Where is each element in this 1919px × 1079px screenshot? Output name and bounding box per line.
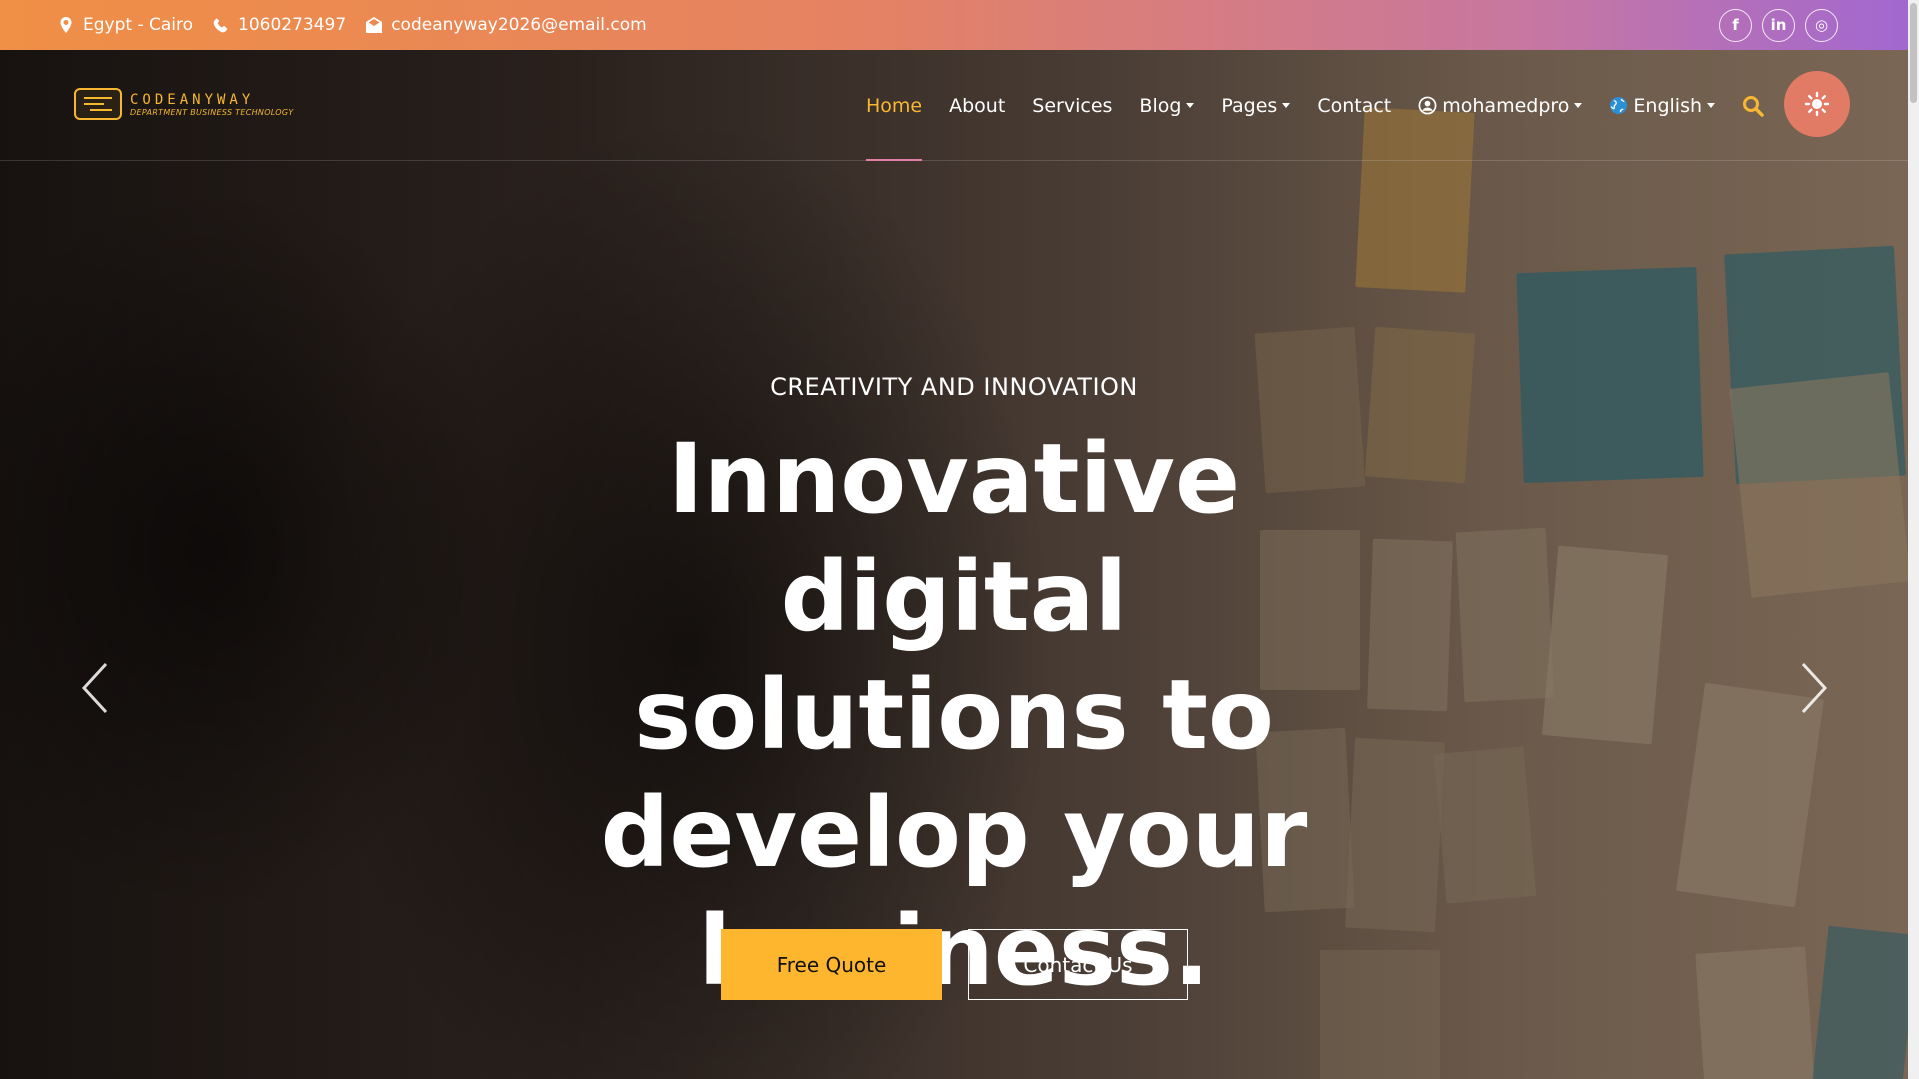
contact-us-button[interactable]: Contact Us [968,929,1188,1000]
globe-icon [1610,96,1628,115]
sun-icon [1804,91,1830,117]
nav-services[interactable]: Services [1032,50,1112,161]
sticky-note [1541,545,1669,745]
linkedin-icon: in [1770,16,1787,34]
location-pin-icon [60,17,72,33]
scrollbar-thumb[interactable] [1910,3,1917,103]
caret-down-icon [1707,103,1716,108]
phone-text: 1060273497 [238,15,347,35]
nav-menu: Home About Services Blog Pages Contact m… [866,50,1764,161]
location-text: Egypt - Cairo [83,15,194,35]
nav-pages[interactable]: Pages [1221,50,1291,161]
email-text: codeanyway2026@email.com [391,15,647,35]
phone-info[interactable]: 1060273497 [213,15,346,35]
nav-blog-label: Blog [1139,94,1182,117]
nav-pages-label: Pages [1221,94,1278,117]
nav-about[interactable]: About [949,50,1005,161]
caret-down-icon [1282,103,1291,108]
hero-eyebrow: CREATIVITY AND INNOVATION [770,373,1138,401]
top-info-bar: Egypt - Cairo 1060273497 codeanyway2026@… [0,0,1908,50]
headline-line: solutions to [634,659,1274,771]
user-circle-icon [1418,96,1437,115]
search-icon [1743,95,1764,117]
logo-mark-icon [74,88,122,120]
sticky-note [1695,946,1815,1079]
instagram-icon: ◎ [1814,16,1829,34]
contact-info: Egypt - Cairo 1060273497 codeanyway2026@… [58,15,647,35]
hero-headline: Innovative digital solutions to develop … [480,420,1428,1010]
location-info: Egypt - Cairo [58,15,193,35]
instagram-link[interactable]: ◎ [1805,8,1838,42]
logo-tagline: DEPARTMENT BUSINESS TECHNOLOGY [130,107,294,117]
facebook-link[interactable]: f [1719,8,1752,42]
free-quote-button[interactable]: Free Quote [721,929,942,1000]
facebook-icon: f [1732,16,1739,34]
email-info[interactable]: codeanyway2026@email.com [366,15,647,35]
page-scrollbar[interactable] [1908,0,1919,1079]
sticky-note [1811,925,1908,1079]
language-selector[interactable]: English [1609,50,1716,161]
phone-icon [213,18,228,33]
nav-contact[interactable]: Contact [1317,50,1391,161]
logo-text: CODEANYWAY DEPARTMENT BUSINESS TECHNOLOG… [130,92,294,117]
logo-name: CODEANYWAY [130,91,255,108]
carousel-next-arrow-icon[interactable] [1795,660,1831,716]
carousel-prev-arrow-icon[interactable] [78,660,114,716]
language-label: English [1633,94,1703,117]
headline-line: business. [698,895,1210,1007]
sticky-note [1433,746,1537,904]
envelope-open-icon [366,17,383,33]
caret-down-icon [1574,103,1583,108]
headline-line: Innovative digital [667,423,1241,653]
sticky-note [1675,682,1825,908]
theme-toggle-button[interactable] [1784,71,1850,137]
caret-down-icon [1186,103,1195,108]
sticky-note [1729,372,1908,598]
nav-home[interactable]: Home [866,50,923,161]
linkedin-link[interactable]: in [1762,8,1795,42]
headline-line: develop your [600,777,1308,889]
user-menu[interactable]: mohamedpro [1418,50,1583,161]
social-links: f in ◎ [1719,8,1838,42]
site-logo[interactable]: CODEANYWAY DEPARTMENT BUSINESS TECHNOLOG… [74,88,294,120]
main-navbar: CODEANYWAY DEPARTMENT BUSINESS TECHNOLOG… [0,50,1908,161]
search-button[interactable] [1742,50,1764,161]
nav-blog[interactable]: Blog [1139,50,1195,161]
sticky-note [1455,527,1555,703]
user-name: mohamedpro [1442,94,1570,117]
